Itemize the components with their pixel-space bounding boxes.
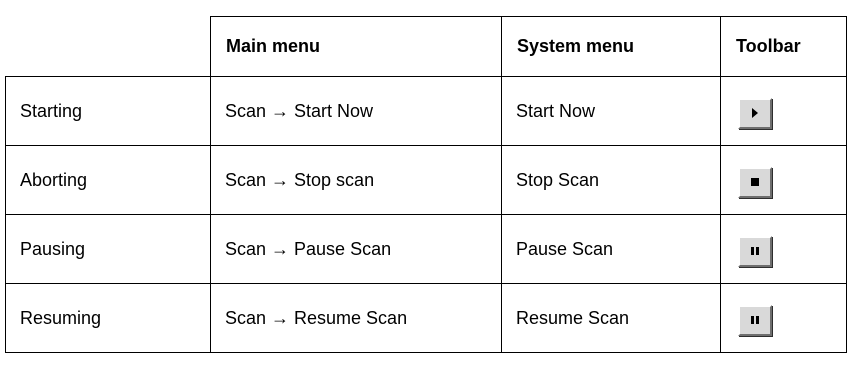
toolbar-cell bbox=[720, 283, 847, 353]
main-menu-cell: Scan → Start Now bbox=[210, 76, 502, 146]
action-cell: Aborting bbox=[5, 145, 211, 215]
resume-scan-button[interactable] bbox=[738, 304, 772, 336]
stop-icon bbox=[751, 178, 759, 186]
scan-control-table: Main menu System menu Toolbar Starting S… bbox=[5, 16, 847, 353]
table-row: Starting Scan → Start Now Start Now bbox=[5, 76, 847, 146]
main-menu-cell: Scan → Resume Scan bbox=[210, 283, 502, 353]
action-cell: Pausing bbox=[5, 214, 211, 284]
header-system-menu: System menu bbox=[501, 16, 721, 77]
action-cell: Resuming bbox=[5, 283, 211, 353]
pause-icon bbox=[751, 316, 759, 324]
toolbar-cell bbox=[720, 214, 847, 284]
main-menu-cell: Scan → Pause Scan bbox=[210, 214, 502, 284]
table-row: Resuming Scan → Resume Scan Resume Scan bbox=[5, 283, 847, 353]
system-menu-cell: Start Now bbox=[501, 76, 721, 146]
header-main-menu: Main menu bbox=[210, 16, 502, 77]
stop-scan-button[interactable] bbox=[738, 166, 772, 198]
system-menu-cell: Resume Scan bbox=[501, 283, 721, 353]
pause-scan-button[interactable] bbox=[738, 235, 772, 267]
pause-icon bbox=[751, 247, 759, 255]
system-menu-cell: Pause Scan bbox=[501, 214, 721, 284]
toolbar-cell bbox=[720, 145, 847, 215]
table-row: Aborting Scan → Stop scan Stop Scan bbox=[5, 145, 847, 215]
table-row: Pausing Scan → Pause Scan Pause Scan bbox=[5, 214, 847, 284]
play-icon bbox=[752, 108, 758, 118]
header-action-cell bbox=[5, 16, 211, 77]
header-toolbar: Toolbar bbox=[720, 16, 847, 77]
header-row: Main menu System menu Toolbar bbox=[5, 16, 847, 77]
start-scan-button[interactable] bbox=[738, 97, 772, 129]
main-menu-cell: Scan → Stop scan bbox=[210, 145, 502, 215]
toolbar-cell bbox=[720, 76, 847, 146]
system-menu-cell: Stop Scan bbox=[501, 145, 721, 215]
action-cell: Starting bbox=[5, 76, 211, 146]
